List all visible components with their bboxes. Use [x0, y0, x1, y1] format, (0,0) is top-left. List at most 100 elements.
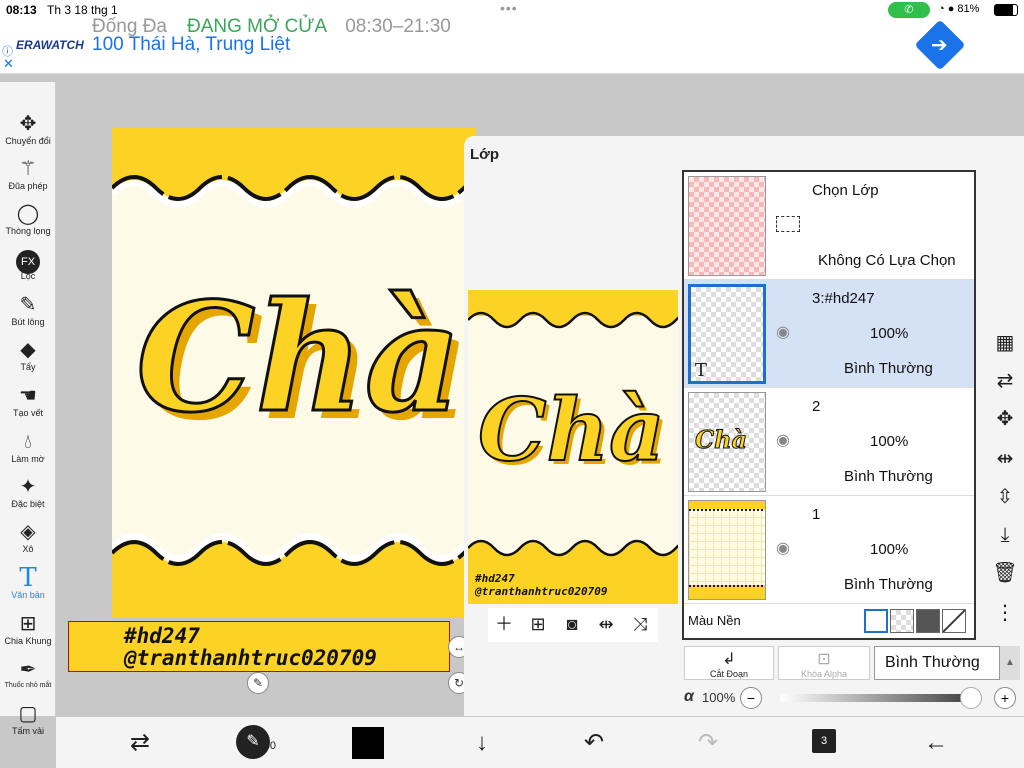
text-selection-box[interactable]: #hd247 @tranthanhtruc020709 — [68, 621, 450, 672]
visibility-eye-icon[interactable]: ◉ — [776, 538, 800, 557]
flip-layer-icon[interactable]: ⇹ — [990, 444, 1020, 474]
trash-icon[interactable]: 🗑︎ — [990, 558, 1020, 588]
canvas-preview[interactable]: Chà Chà #hd247 @tranthanhtruc020709 — [468, 290, 678, 604]
selection-layer-thumbnail — [688, 176, 766, 276]
merge-down-icon[interactable]: ⤓ — [990, 520, 1020, 550]
tool-frame[interactable]: ⊞ Chia Khung — [0, 612, 56, 646]
ad-address[interactable]: 100 Thái Hà, Trung Liệt — [92, 34, 290, 56]
transfer-icon[interactable]: ⇄ — [990, 366, 1020, 396]
fx-icon: FX — [0, 247, 56, 274]
opacity-decrease-button[interactable]: − — [740, 687, 762, 709]
wifi-icon: ◔ ● 81% — [938, 3, 980, 15]
opacity-slider-row: α 100% − + — [682, 686, 1022, 710]
swap-tools-icon[interactable]: ⇄ — [124, 727, 156, 759]
tool-label: Chuyển đổi — [5, 136, 51, 146]
tool-label: Tạo vết — [12, 408, 43, 418]
blend-dropdown-icon[interactable]: ▲ — [1000, 646, 1020, 680]
bg-swatch-white[interactable] — [864, 609, 888, 633]
caption-line-2[interactable]: @tranthanhtruc020709 — [124, 646, 377, 670]
tool-filter[interactable]: FX Lọc — [0, 247, 56, 281]
tool-transform[interactable]: ✥ Chuyển đổi — [0, 112, 56, 146]
artwork-lettering: Chà Chà — [135, 269, 463, 439]
tool-canvas[interactable]: ▢ Tấm vải — [0, 702, 56, 736]
camera-icon[interactable]: ◙ — [560, 612, 584, 636]
blend-controls: ↲ Cắt Đoạn ⊡ Khóa Alpha Bình Thường ▲ — [682, 646, 1022, 684]
alpha-lock-button[interactable]: ⊡ Khóa Alpha — [778, 646, 870, 680]
layer-name: 1 — [812, 506, 821, 523]
brush-icon: ✎ — [19, 294, 37, 316]
brush-size-button[interactable]: ✎ 50 — [236, 725, 276, 759]
layer-row[interactable]: Chà ◉ 2 100% Bình Thường — [684, 388, 974, 496]
layer-opacity: 100% — [870, 541, 909, 558]
layers-count-button[interactable]: 3 — [812, 729, 836, 753]
tool-brush[interactable]: ✎ Bút lông — [0, 293, 56, 327]
layer-row[interactable]: ◉ 1 100% Bình Thường — [684, 496, 974, 604]
drawing-canvas[interactable]: Chà Chà — [112, 128, 476, 618]
layer-row[interactable]: T ◉ 3:#hd247 100% Bình Thường — [684, 280, 974, 388]
opacity-increase-button[interactable]: + — [994, 687, 1016, 709]
status-date: Th 3 18 thg 1 — [47, 3, 118, 17]
flip-horizontal-icon[interactable]: ⇹ — [594, 612, 618, 636]
magic-wand-icon: ⚚ — [19, 158, 37, 180]
move-arrows-icon: ✥ — [19, 113, 37, 135]
checker-icon[interactable]: ▦ — [990, 328, 1020, 358]
tool-fill[interactable]: ◈ Xô — [0, 520, 56, 554]
directions-icon[interactable]: ➔ — [914, 19, 966, 71]
tool-label: Bút lông — [11, 317, 45, 327]
phone-icon[interactable]: ✆ — [888, 2, 930, 18]
duplicate-layer-icon[interactable]: ⊞ — [526, 612, 550, 636]
layer-name: 2 — [812, 398, 821, 415]
tool-smudge[interactable]: ☚ Tạo vết — [0, 384, 56, 418]
multitask-dots-icon[interactable]: ••• — [500, 0, 518, 16]
tool-label: Văn bản — [11, 590, 45, 600]
selection-layer-row[interactable]: Chọn Lớp Không Có Lựa Chọn — [684, 172, 974, 280]
flip-vertical-icon[interactable]: ⇳ — [990, 482, 1020, 512]
frame-icon: ⊞ — [19, 613, 37, 635]
ad-logo: ERAWATCH — [16, 38, 84, 52]
layer-thumbnail: T — [688, 284, 766, 384]
current-color-swatch[interactable] — [352, 727, 384, 759]
edit-text-icon[interactable]: ✎ — [247, 672, 269, 694]
tool-eyedropper[interactable]: ✒ Thuốc nhỏ mắt — [0, 658, 56, 689]
bg-swatch-none[interactable] — [942, 609, 966, 633]
bg-swatch-transparent[interactable] — [890, 609, 914, 633]
tool-label: Tẩy — [20, 362, 36, 372]
layer-opacity: 100% — [870, 325, 909, 342]
ad-close-icon[interactable]: ✕ — [3, 56, 14, 72]
clip-icon: ↲ — [722, 651, 736, 668]
ad-banner[interactable]: ⓘ ✕ ERAWATCH Đống Đa ĐANG MỞ CỬA 08:30–21:… — [0, 16, 1024, 74]
marquee-icon — [776, 216, 800, 232]
back-arrow-icon[interactable]: ← — [920, 727, 952, 759]
tool-special[interactable]: ✦ Đặc biệt — [0, 475, 56, 509]
redo-icon[interactable]: ↷ — [692, 727, 724, 759]
tool-label: Tấm vải — [11, 726, 44, 736]
tool-blur[interactable]: 💧︎ Làm mờ — [0, 430, 56, 464]
caption-line-1[interactable]: #hd247 — [124, 624, 200, 648]
add-layer-icon[interactable]: ＋ — [492, 612, 516, 636]
visibility-eye-icon[interactable]: ◉ — [776, 322, 800, 341]
status-time: 08:13 — [6, 3, 37, 17]
tool-eraser[interactable]: ◆ Tẩy — [0, 338, 56, 372]
download-arrow-icon[interactable]: ↓ — [466, 727, 498, 759]
tool-text[interactable]: T Văn bản — [0, 565, 56, 600]
lock-icon: ⊡ — [817, 651, 831, 668]
clip-button[interactable]: ↲ Cắt Đoạn — [684, 646, 774, 680]
bg-swatch-dark[interactable] — [916, 609, 940, 633]
layer-thumbnail — [688, 500, 766, 600]
tool-label: Thuốc nhỏ mắt — [4, 682, 52, 689]
battery-percent: 81% — [957, 3, 980, 15]
visibility-eye-icon[interactable]: ◉ — [776, 430, 800, 449]
rotate-flip-icon[interactable]: ⤨ — [628, 612, 652, 636]
move-layer-icon[interactable]: ✥ — [990, 404, 1020, 434]
opacity-slider-track[interactable] — [780, 694, 968, 702]
layer-name: 3:#hd247 — [812, 290, 875, 307]
blend-mode-select[interactable]: Bình Thường — [874, 646, 1000, 680]
opacity-slider-knob[interactable] — [960, 687, 982, 709]
undo-icon[interactable]: ↶ — [578, 727, 610, 759]
canvas-icon: ▢ — [18, 703, 38, 725]
layer-list: Chọn Lớp Không Có Lựa Chọn T ◉ 3:#hd247 … — [682, 170, 976, 640]
tool-magic-wand[interactable]: ⚚ Đũa phép — [0, 157, 56, 191]
more-vertical-icon[interactable]: ⋮ — [990, 598, 1020, 628]
battery-icon — [994, 4, 1018, 16]
tool-lasso[interactable]: ◯ Thòng lọng — [0, 202, 56, 236]
